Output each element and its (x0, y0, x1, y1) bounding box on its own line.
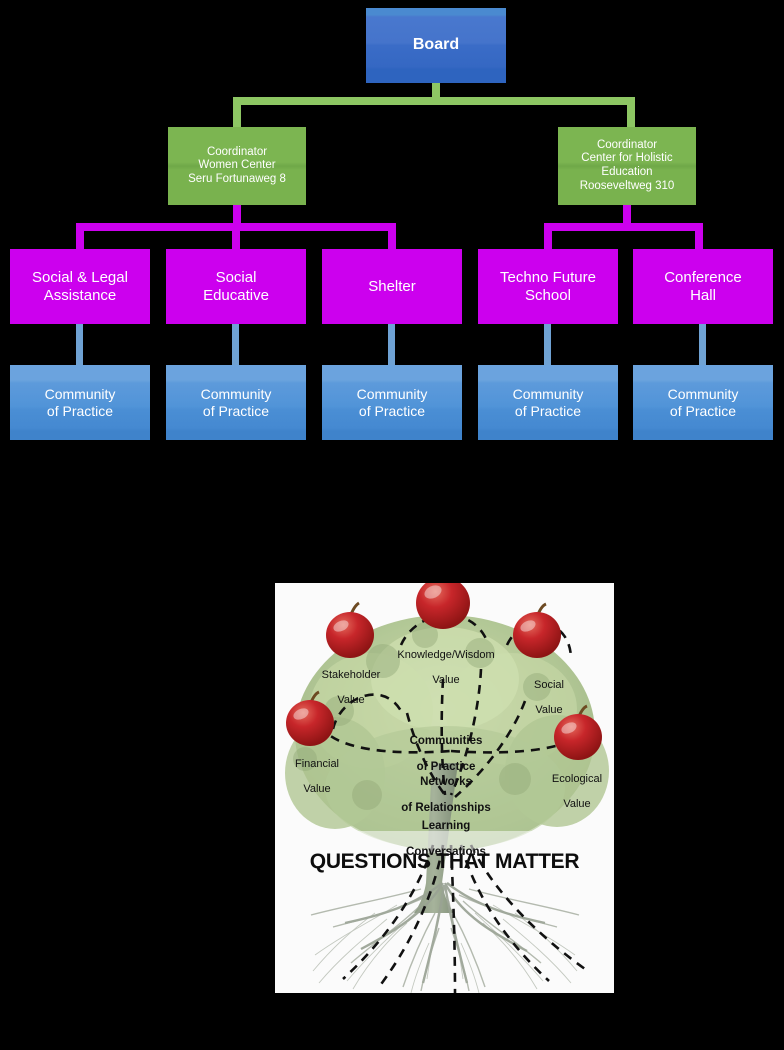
connector-coordinator-bus (233, 97, 635, 105)
node-unit-conference-hall[interactable]: Conference Hall (633, 249, 773, 324)
cop-3-line-1: Community (356, 385, 428, 402)
node-coordinator-women-center[interactable]: Coordinator Women Center Seru Fortunaweg… (168, 127, 306, 205)
label-learning-conversations-line-1: Learning (421, 819, 471, 832)
node-community-of-practice-4[interactable]: Community of Practice (478, 365, 618, 440)
connector-to-unit-3 (388, 223, 396, 251)
node-unit-social-educative[interactable]: Social Educative (166, 249, 306, 324)
unit-2-line-1: Social (215, 268, 257, 286)
connector-to-unit-5 (695, 223, 703, 251)
unit-1-line-2: Assistance (43, 286, 117, 304)
connector-unit-1-to-cop (76, 324, 83, 366)
cop-2-line-2: of Practice (202, 402, 270, 419)
cop-5-line-1: Community (667, 385, 739, 402)
node-community-of-practice-5[interactable]: Community of Practice (633, 365, 773, 440)
connector-to-unit-4 (544, 223, 552, 251)
cop-5-line-2: of Practice (669, 402, 737, 419)
label-financial-value-line-2: Value (303, 782, 331, 795)
label-ecological-value-line-1: Ecological (551, 773, 603, 786)
label-ecological-value-line-2: Value (563, 797, 591, 810)
apple-social-value (513, 602, 561, 658)
unit-5-line-1: Conference (664, 268, 742, 286)
cop-2-line-1: Community (200, 385, 272, 402)
node-community-of-practice-1[interactable]: Community of Practice (10, 365, 150, 440)
coordinator-right-line-1: Coordinator (596, 138, 658, 151)
connector-unit-bus-right (544, 223, 703, 231)
label-knowledge-wisdom-value-line-2: Value (432, 673, 460, 686)
node-coordinator-holistic-education[interactable]: Coordinator Center for Holistic Educatio… (558, 127, 696, 205)
coordinator-right-line-4: Rooseveltweg 310 (579, 179, 675, 192)
connector-coordinator-right-down (623, 205, 631, 223)
node-board[interactable]: Board (366, 8, 506, 83)
connector-to-unit-2 (232, 223, 240, 251)
apple-stakeholder-value (326, 601, 374, 658)
org-chart-page: Board Coordinator Women Center Seru Fort… (0, 0, 784, 1050)
cop-3-line-2: of Practice (358, 402, 426, 419)
label-social-value-line-2: Value (535, 703, 563, 716)
label-questions-that-matter: QUESTIONS THAT MATTER (309, 850, 580, 873)
node-community-of-practice-2[interactable]: Community of Practice (166, 365, 306, 440)
label-social-value: Social Value (499, 667, 599, 729)
connector-to-coordinator-right (627, 97, 635, 129)
unit-5-line-2: Hall (690, 286, 716, 304)
label-ecological-value: Ecological Value (531, 761, 614, 823)
coordinator-right-line-3: Education (601, 166, 653, 178)
connector-to-unit-1 (76, 223, 84, 251)
coordinator-left-line-1: Coordinator (206, 145, 268, 158)
node-unit-social-legal-assistance[interactable]: Social & Legal Assistance (10, 249, 150, 324)
connector-coordinator-left-down (233, 205, 241, 223)
node-board-label: Board (412, 36, 460, 54)
unit-2-line-2: Educative (203, 286, 269, 304)
connector-unit-2-to-cop (232, 324, 239, 366)
connector-unit-5-to-cop (699, 324, 706, 366)
label-financial-value-line-1: Financial (294, 758, 340, 771)
cop-4-line-2: of Practice (514, 402, 582, 419)
coordinator-left-line-2: Women Center (198, 159, 276, 172)
node-unit-shelter[interactable]: Shelter (322, 249, 462, 324)
value-tree-figure: Stakeholder Value Knowledge/Wisdom Value… (275, 583, 614, 993)
cop-4-line-1: Community (512, 385, 584, 402)
node-community-of-practice-3[interactable]: Community of Practice (322, 365, 462, 440)
coordinator-left-line-3: Seru Fortunaweg 8 (188, 172, 286, 185)
connector-unit-3-to-cop (388, 324, 395, 366)
cop-1-line-1: Community (44, 385, 116, 402)
unit-3-line-1: Shelter (368, 277, 416, 295)
connector-unit-4-to-cop (544, 324, 551, 366)
unit-4-line-1: Techno Future (500, 268, 596, 286)
cop-1-line-2: of Practice (46, 402, 114, 419)
unit-4-line-2: School (525, 286, 571, 304)
label-financial-value: Financial Value (275, 746, 363, 808)
unit-1-line-1: Social & Legal (32, 268, 128, 286)
node-unit-techno-future-school[interactable]: Techno Future School (478, 249, 618, 324)
label-knowledge-wisdom-value-line-1: Knowledge/Wisdom (397, 649, 495, 662)
label-social-value-line-1: Social (534, 679, 564, 692)
coordinator-right-line-2: Center for Holistic (581, 152, 673, 165)
label-knowledge-wisdom-value: Knowledge/Wisdom Value (379, 637, 513, 699)
connector-to-coordinator-left (233, 97, 241, 129)
label-communities-of-practice-line-1: Communities (409, 734, 483, 747)
label-networks-of-relationships-line-1: Networks (420, 775, 472, 788)
